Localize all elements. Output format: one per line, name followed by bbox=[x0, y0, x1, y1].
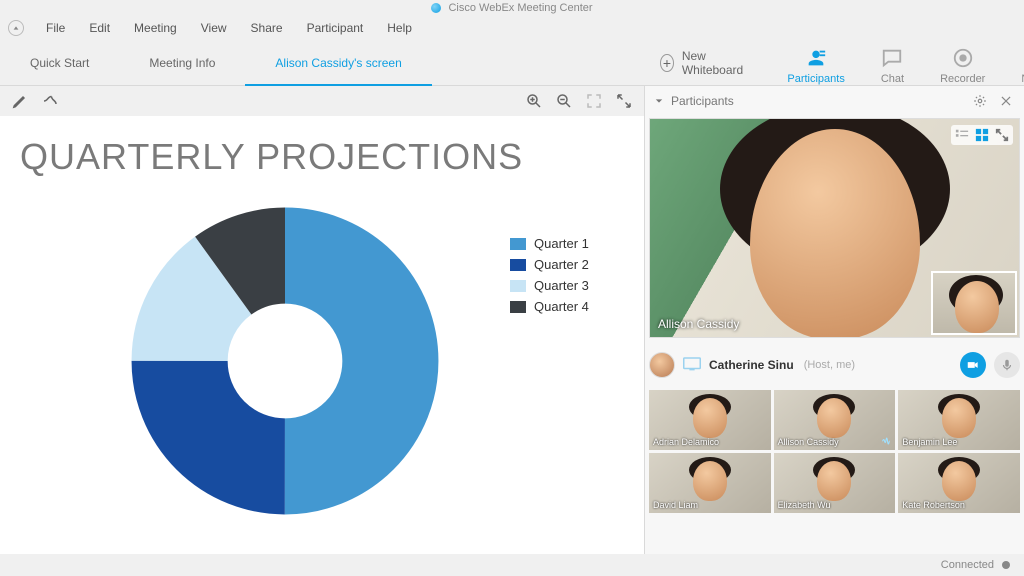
legend-item: Quarter 2 bbox=[510, 257, 589, 272]
mic-toggle-button[interactable] bbox=[994, 352, 1020, 378]
legend-swatch bbox=[510, 301, 526, 313]
close-panel-icon[interactable] bbox=[998, 93, 1014, 109]
menu-view[interactable]: View bbox=[189, 21, 239, 35]
video-layout-toggle bbox=[951, 125, 1013, 145]
tab-meeting-info[interactable]: Meeting Info bbox=[119, 40, 245, 85]
legend-item: Quarter 1 bbox=[510, 236, 589, 251]
thumbnail-name: Allison Cassidy bbox=[778, 437, 839, 447]
layout-expand-icon[interactable] bbox=[993, 127, 1011, 143]
self-preview-video[interactable] bbox=[931, 271, 1017, 335]
collapse-menu-icon[interactable] bbox=[8, 20, 24, 36]
recorder-icon bbox=[952, 47, 974, 69]
legend-swatch bbox=[510, 259, 526, 271]
chat-icon bbox=[881, 47, 903, 69]
thumbnail-name: Benjamin Lee bbox=[902, 437, 957, 447]
thumbnail-name: Kate Robertson bbox=[902, 500, 965, 510]
tab-row: Quick Start Meeting Info Alison Cassidy'… bbox=[0, 40, 1024, 86]
active-speaker-video[interactable]: Allison Cassidy bbox=[649, 118, 1020, 338]
tab-quick-start[interactable]: Quick Start bbox=[0, 40, 119, 85]
panel-label: Recorder bbox=[940, 73, 985, 85]
participant-thumbnail[interactable]: Kate Robertson bbox=[898, 453, 1020, 513]
layout-list-icon[interactable] bbox=[953, 127, 971, 143]
tab-label: Meeting Info bbox=[149, 56, 215, 70]
host-row: Catherine Sinu (Host, me) bbox=[649, 348, 1020, 382]
host-avatar bbox=[649, 352, 675, 378]
presentation-slide: QUARTERLY PROJECTIONS Quarter 1 Quarter 2… bbox=[0, 116, 644, 554]
annotation-toolbar bbox=[0, 86, 644, 116]
camera-toggle-button[interactable] bbox=[960, 352, 986, 378]
panel-participants-button[interactable]: Participants bbox=[787, 47, 844, 85]
thumbnail-name: David Liam bbox=[653, 500, 698, 510]
legend-item: Quarter 4 bbox=[510, 299, 589, 314]
zoom-out-button[interactable] bbox=[554, 91, 574, 111]
menu-edit[interactable]: Edit bbox=[77, 21, 122, 35]
donut-chart bbox=[130, 206, 440, 519]
panel-label: Participants bbox=[787, 73, 844, 85]
host-role: (Host, me) bbox=[804, 359, 855, 371]
connection-status: Connected bbox=[941, 559, 994, 571]
legend-label: Quarter 4 bbox=[534, 299, 589, 314]
participant-thumbnail[interactable]: David Liam bbox=[649, 453, 771, 513]
content-tabs: Quick Start Meeting Info Alison Cassidy'… bbox=[0, 40, 640, 85]
active-speaker-name: Allison Cassidy bbox=[658, 317, 739, 331]
new-whiteboard-label: New Whiteboard bbox=[682, 49, 748, 77]
webex-logo-icon bbox=[431, 3, 441, 13]
collapse-panel-icon[interactable] bbox=[655, 94, 663, 108]
status-bar: Connected bbox=[0, 554, 1024, 576]
settings-icon[interactable] bbox=[972, 93, 988, 109]
new-whiteboard-button[interactable]: + New Whiteboard bbox=[640, 40, 767, 85]
legend-swatch bbox=[510, 280, 526, 292]
menu-meeting[interactable]: Meeting bbox=[122, 21, 189, 35]
annotate-pointer-button[interactable] bbox=[40, 91, 60, 111]
window-titlebar: Cisco WebEx Meeting Center bbox=[0, 0, 1024, 16]
tab-label: Quick Start bbox=[30, 56, 89, 70]
menu-help[interactable]: Help bbox=[375, 21, 424, 35]
shared-screen-pane: QUARTERLY PROJECTIONS Quarter 1 Quarter 2… bbox=[0, 86, 644, 554]
participants-panel: Participants Allison Cassidy Catherine S… bbox=[644, 86, 1024, 554]
tab-label: Alison Cassidy's screen bbox=[275, 56, 401, 70]
participants-icon bbox=[805, 47, 827, 69]
participant-thumbnail[interactable]: Adrian Delamico bbox=[649, 390, 771, 450]
panel-label: Chat bbox=[881, 73, 904, 85]
chart-legend: Quarter 1 Quarter 2 Quarter 3 Quarter 4 bbox=[510, 236, 589, 320]
layout-grid-icon[interactable] bbox=[973, 127, 991, 143]
annotate-pencil-button[interactable] bbox=[10, 91, 30, 111]
legend-label: Quarter 2 bbox=[534, 257, 589, 272]
legend-label: Quarter 3 bbox=[534, 278, 589, 293]
panel-recorder-button[interactable]: Recorder bbox=[940, 47, 985, 85]
slide-title: QUARTERLY PROJECTIONS bbox=[20, 136, 624, 178]
panel-toolbar: Participants Chat Recorder Notes bbox=[767, 40, 1024, 85]
menu-file[interactable]: File bbox=[34, 21, 77, 35]
fit-screen-button[interactable] bbox=[584, 91, 604, 111]
thumbnail-name: Elizabeth Wu bbox=[778, 500, 831, 510]
content-area: QUARTERLY PROJECTIONS Quarter 1 Quarter 2… bbox=[0, 86, 1024, 554]
app-title: Cisco WebEx Meeting Center bbox=[448, 2, 592, 14]
status-dot-icon bbox=[1002, 561, 1010, 569]
panel-chat-button[interactable]: Chat bbox=[881, 47, 904, 85]
menu-bar: File Edit Meeting View Share Participant… bbox=[0, 16, 1024, 40]
tab-shared-screen[interactable]: Alison Cassidy's screen bbox=[245, 40, 431, 85]
participants-title: Participants bbox=[671, 94, 734, 108]
participants-grid: Adrian Delamico Allison Cassidy Benjamin L… bbox=[649, 390, 1020, 513]
legend-item: Quarter 3 bbox=[510, 278, 589, 293]
speaking-icon bbox=[880, 435, 892, 447]
participant-thumbnail[interactable]: Allison Cassidy bbox=[774, 390, 896, 450]
participant-thumbnail[interactable]: Benjamin Lee bbox=[898, 390, 1020, 450]
fullscreen-button[interactable] bbox=[614, 91, 634, 111]
host-name: Catherine Sinu bbox=[709, 358, 794, 372]
legend-swatch bbox=[510, 238, 526, 250]
menu-participant[interactable]: Participant bbox=[295, 21, 376, 35]
sharing-screen-icon bbox=[683, 357, 701, 374]
legend-label: Quarter 1 bbox=[534, 236, 589, 251]
zoom-in-button[interactable] bbox=[524, 91, 544, 111]
menu-share[interactable]: Share bbox=[239, 21, 295, 35]
participants-header: Participants bbox=[645, 86, 1024, 116]
thumbnail-name: Adrian Delamico bbox=[653, 437, 719, 447]
participant-thumbnail[interactable]: Elizabeth Wu bbox=[774, 453, 896, 513]
plus-icon: + bbox=[660, 54, 674, 72]
